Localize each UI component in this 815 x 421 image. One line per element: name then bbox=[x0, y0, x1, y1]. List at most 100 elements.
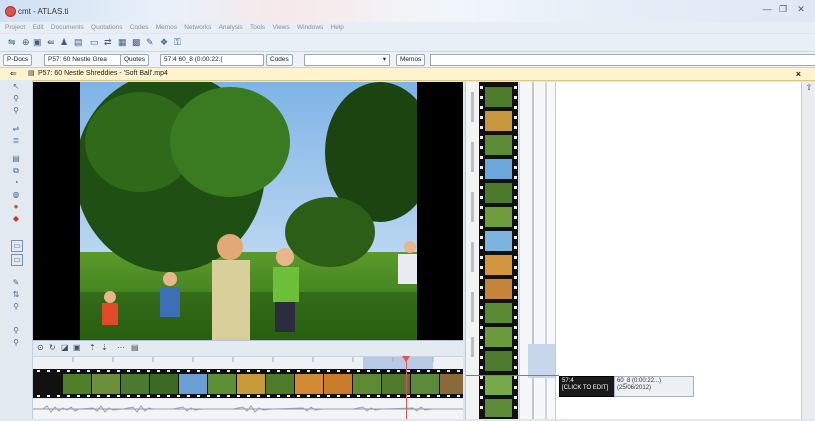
search-small-icon[interactable]: ⇅ bbox=[11, 290, 21, 300]
print-icon[interactable]: ▤ bbox=[74, 37, 83, 48]
document-title: P57: 60 Nestle Shreddies - 'Soft Ball'.m… bbox=[38, 70, 168, 77]
query-icon[interactable]: ⇄ bbox=[104, 37, 112, 48]
add-document-icon[interactable]: ⇚ bbox=[47, 37, 55, 48]
quote-marker[interactable] bbox=[528, 344, 556, 378]
window-title-bar: cmt - ATLAS.ti — ❐ ✕ bbox=[0, 0, 815, 22]
menu-item-windows[interactable]: Windows bbox=[297, 22, 323, 33]
zoom-icon[interactable]: ⚲ bbox=[11, 94, 21, 104]
memo-icon[interactable]: ▤ bbox=[11, 154, 21, 164]
manager-toolbar: P-Docs P57: 60 Nestle Grea Quotes 57:4 6… bbox=[0, 52, 815, 68]
video-scene bbox=[80, 82, 417, 340]
window-title: cmt - ATLAS.ti bbox=[18, 7, 69, 16]
magnify-icon[interactable]: ⚲ bbox=[11, 302, 21, 312]
pen-icon[interactable]: ✎ bbox=[146, 37, 154, 48]
playhead-marker-icon[interactable] bbox=[402, 356, 410, 362]
waveform-graphic bbox=[33, 405, 463, 413]
menu-item-codes[interactable]: Codes bbox=[130, 22, 149, 33]
chart-icon[interactable]: ▩ bbox=[132, 37, 141, 48]
menu-item-views[interactable]: Views bbox=[272, 22, 289, 33]
people-icon[interactable]: ♟ bbox=[60, 37, 68, 48]
document-select-value: P57: 60 Nestle Grea bbox=[48, 56, 107, 63]
film-frames bbox=[33, 369, 463, 397]
close-document-button[interactable]: × bbox=[796, 68, 801, 80]
more-icon[interactable]: ⋯ bbox=[117, 343, 125, 353]
menu-item-help[interactable]: Help bbox=[331, 22, 344, 33]
menu-item-tools[interactable]: Tools bbox=[250, 22, 265, 33]
screen-icon[interactable]: ▭ bbox=[90, 37, 99, 48]
menu-item-edit[interactable]: Edit bbox=[32, 22, 43, 33]
list-icon[interactable]: ≣ bbox=[11, 136, 21, 146]
audio-waveform[interactable] bbox=[33, 399, 463, 419]
link-icon[interactable]: ⧉ bbox=[11, 166, 21, 176]
memos-button[interactable]: Memos bbox=[396, 54, 426, 66]
codes-button[interactable]: Codes bbox=[266, 54, 293, 66]
zoom-in-icon[interactable]: ⚲ bbox=[11, 338, 21, 348]
pin-icon[interactable]: ⇐ bbox=[10, 69, 17, 78]
new-project-icon[interactable]: ⇋ bbox=[8, 37, 16, 48]
quotes-button[interactable]: Quotes bbox=[120, 54, 149, 66]
media-controls: ⊙ ↻ ◪ ▣ ⇡ ⇣ ⋯ ▤ bbox=[33, 340, 463, 356]
video-viewer[interactable] bbox=[33, 82, 463, 340]
snapshot-icon[interactable]: ▣ bbox=[73, 343, 81, 353]
p-docs-button[interactable]: P-Docs bbox=[3, 54, 33, 66]
menu-item-memos[interactable]: Memos bbox=[156, 22, 177, 33]
quote-info-line1: 60_8 (0:00:22...) bbox=[617, 378, 662, 384]
minimize-button[interactable]: — bbox=[760, 4, 774, 15]
quote-select[interactable]: 57:4 60_8 (0:00:22.( bbox=[160, 54, 264, 66]
quote-icon[interactable]: ✎ bbox=[11, 278, 21, 288]
code-select[interactable]: ▾ bbox=[304, 54, 390, 66]
timeline-ruler[interactable] bbox=[33, 356, 463, 370]
open-icon[interactable]: ◔ bbox=[11, 178, 21, 188]
main-toolbar: ⇋ ⊕ ▣ ⇚ ♟ ▤ ▭ ⇄ ▦ ▩ ✎ ❖ ⚿ bbox=[0, 34, 815, 52]
left-toolbar: ↖ ⚲ ⚲ ⇌ ≣ ▤ ⧉ ◔ ◍ ● ◆ ▭ ▭ ✎ ⇅ ⚲ ⚲ ⚲ bbox=[0, 80, 33, 419]
margin-area[interactable] bbox=[519, 82, 556, 419]
lock-icon[interactable]: ⚿ bbox=[174, 37, 181, 48]
menu-item-project[interactable]: Project bbox=[5, 22, 25, 33]
filter-icon[interactable]: ◍ bbox=[11, 190, 21, 200]
thumbnail-strip[interactable] bbox=[33, 369, 463, 398]
close-window-button[interactable]: ✕ bbox=[794, 4, 808, 15]
network-icon[interactable]: ▭ bbox=[11, 254, 23, 266]
vertical-timeline-labels bbox=[465, 82, 480, 419]
memo-select[interactable] bbox=[430, 54, 815, 66]
menu-item-quotations[interactable]: Quotations bbox=[91, 22, 122, 33]
quote-info-line2: (25/06/2012) bbox=[617, 385, 652, 391]
volume-icon[interactable]: ◪ bbox=[61, 343, 69, 353]
code-margin-panel[interactable] bbox=[555, 82, 801, 419]
menu-item-networks[interactable]: Networks bbox=[184, 22, 211, 33]
ruler-ticks bbox=[72, 357, 434, 362]
pointer-icon[interactable]: ↖ bbox=[11, 82, 21, 92]
scroll-up-icon[interactable]: ⇧ bbox=[804, 83, 814, 93]
vertical-scrollbar[interactable]: ⇧ bbox=[801, 82, 815, 419]
vertical-film-frames bbox=[480, 86, 517, 417]
menu-item-analysis[interactable]: Analysis bbox=[219, 22, 243, 33]
playhead[interactable] bbox=[406, 356, 407, 419]
quote-edit-hint: [CLICK TO EDIT] bbox=[562, 385, 609, 391]
assign-icon[interactable]: ◆ bbox=[11, 214, 21, 224]
vertical-thumbnail-strip[interactable] bbox=[479, 82, 518, 419]
red-code-icon[interactable]: ● bbox=[11, 202, 21, 212]
chevron-down-icon: ▾ bbox=[382, 56, 386, 63]
code-icon[interactable]: ⇌ bbox=[11, 124, 21, 134]
quote-label[interactable]: 57:4 [CLICK TO EDIT] bbox=[559, 376, 617, 397]
search-icon[interactable]: ⚲ bbox=[11, 106, 21, 116]
zoom-out-icon[interactable]: ⚲ bbox=[11, 326, 21, 336]
loop-icon[interactable]: ↻ bbox=[49, 343, 56, 353]
table-icon[interactable]: ▦ bbox=[118, 37, 127, 48]
quote-info: 60_8 (0:00:22...) (25/06/2012) bbox=[614, 376, 694, 397]
zoom-in-icon[interactable]: ⇡ bbox=[89, 343, 96, 353]
maximize-button[interactable]: ❐ bbox=[776, 4, 790, 15]
quote-connector-line bbox=[466, 375, 559, 376]
menu-bar: Project Edit Documents Quotations Codes … bbox=[0, 22, 815, 33]
edit-icon[interactable]: ▭ bbox=[11, 240, 23, 252]
save-icon[interactable]: ▣ bbox=[33, 37, 42, 48]
open-icon[interactable]: ⊕ bbox=[22, 37, 30, 48]
play-icon[interactable]: ⊙ bbox=[37, 343, 44, 353]
settings-icon[interactable]: ▤ bbox=[131, 343, 139, 353]
document-select[interactable]: P57: 60 Nestle Grea bbox=[44, 54, 122, 66]
zoom-out-icon[interactable]: ⇣ bbox=[101, 343, 108, 353]
network-icon[interactable]: ❖ bbox=[160, 37, 168, 48]
vertical-ticks bbox=[471, 92, 474, 357]
menu-item-documents[interactable]: Documents bbox=[51, 22, 84, 33]
app-logo-icon bbox=[5, 6, 16, 17]
